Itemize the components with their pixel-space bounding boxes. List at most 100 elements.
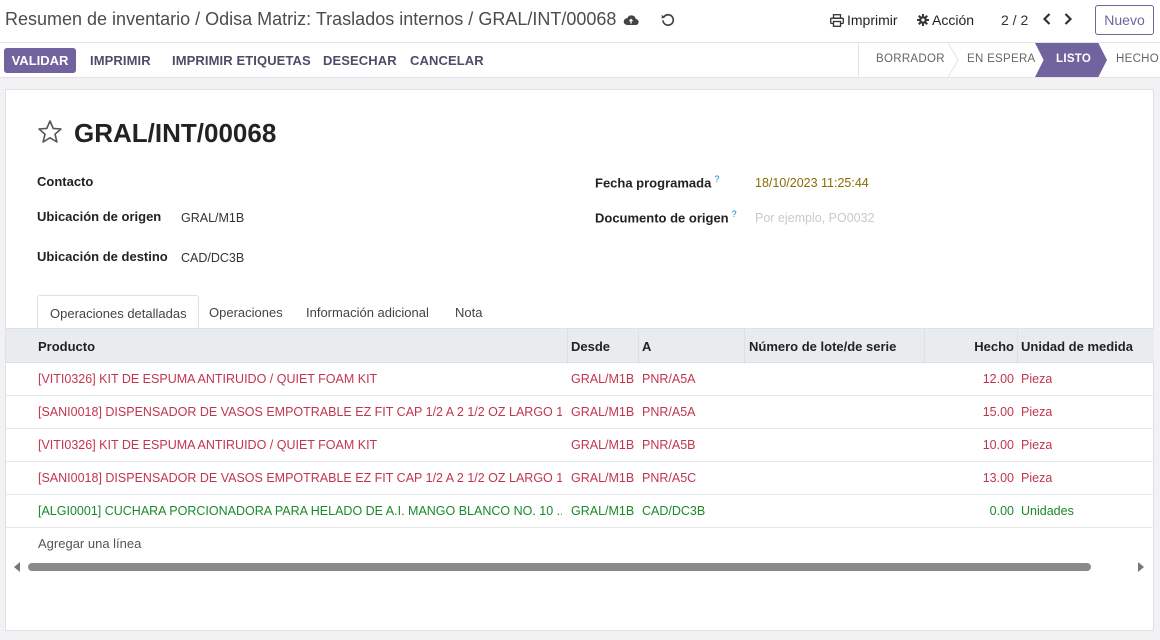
column-lot-serial[interactable]: Número de lote/de serie: [749, 339, 896, 354]
print-labels-button[interactable]: IMPRIMIR ETIQUETAS: [172, 53, 311, 68]
cell-from: GRAL/M1B: [571, 372, 635, 386]
scheduled-date-label: Fecha programada?: [595, 174, 719, 190]
contact-label: Contacto: [37, 174, 94, 189]
column-to[interactable]: A: [642, 339, 651, 354]
breadcrumb: Resumen de inventario / Odisa Matriz: Tr…: [5, 9, 616, 30]
cancel-button[interactable]: CANCELAR: [410, 53, 484, 68]
column-divider: [744, 329, 745, 364]
tab-additional-info[interactable]: Información adicional: [306, 295, 429, 329]
tab-detailed-operations[interactable]: Operaciones detalladas: [37, 295, 199, 329]
breadcrumb-current-record: GRAL/INT/00068: [478, 9, 617, 29]
scroll-left-arrow-icon[interactable]: [13, 562, 21, 572]
star-icon[interactable]: [37, 119, 63, 145]
cell-product: [SANI0018] DISPENSADOR DE VASOS EMPOTRAB…: [38, 471, 562, 485]
cell-done: 0.00: [989, 504, 1014, 518]
table-row[interactable]: [SANI0018] DISPENSADOR DE VASOS EMPOTRAB…: [6, 462, 1154, 495]
record-title: GRAL/INT/00068: [74, 118, 277, 148]
undo-icon[interactable]: [660, 12, 676, 28]
source-document-label-text: Documento de origen: [595, 210, 729, 226]
column-from[interactable]: Desde: [571, 339, 610, 354]
column-product[interactable]: Producto: [38, 339, 95, 354]
cell-to: PNR/A5B: [642, 438, 696, 452]
table-row[interactable]: [VITI0326] KIT DE ESPUMA ANTIRUIDO / QUI…: [6, 429, 1154, 462]
stage-separator: [947, 43, 959, 77]
move-lines-table: Producto Desde A Número de lote/de serie…: [6, 328, 1154, 559]
scrap-button[interactable]: DESECHAR: [323, 53, 397, 68]
tab-note[interactable]: Nota: [455, 295, 482, 329]
cell-from: GRAL/M1B: [571, 405, 635, 419]
cell-to: CAD/DC3B: [642, 504, 706, 518]
column-done[interactable]: Hecho: [928, 339, 1014, 354]
validate-button[interactable]: VALIDAR: [4, 48, 76, 73]
print-button[interactable]: IMPRIMIR: [90, 53, 151, 68]
status-bar: BORRADOR EN ESPERA LISTO HECHO: [858, 43, 1160, 77]
cell-done: 12.00: [982, 372, 1014, 386]
source-location-label: Ubicación de origen: [37, 209, 162, 224]
chevron-right-icon[interactable]: [1062, 12, 1074, 26]
gear-icon: [917, 14, 929, 26]
table-header: Producto Desde A Número de lote/de serie…: [6, 328, 1154, 364]
stage-done: HECHO: [1116, 53, 1160, 65]
column-uom[interactable]: Unidad de medida: [1021, 339, 1133, 354]
breadcrumb-internal-transfers[interactable]: Odisa Matriz: Traslados internos: [205, 9, 463, 29]
cell-product: [VITI0326] KIT DE ESPUMA ANTIRUIDO / QUI…: [38, 438, 378, 452]
stage-waiting: EN ESPERA: [967, 53, 1036, 65]
chevron-left-icon[interactable]: [1041, 12, 1053, 26]
breadcrumb-separator: /: [468, 9, 474, 29]
scroll-right-arrow-icon[interactable]: [1137, 562, 1145, 572]
cell-done: 15.00: [982, 405, 1014, 419]
cell-to: PNR/A5A: [642, 372, 696, 386]
table-row[interactable]: [ALGI0001] CUCHARA PORCIONADORA PARA HEL…: [6, 495, 1154, 528]
cell-uom: Pieza: [1021, 372, 1053, 386]
new-record-button[interactable]: Nuevo: [1095, 5, 1154, 35]
help-tooltip-icon[interactable]: ?: [732, 209, 737, 219]
action-label: Acción: [932, 12, 975, 28]
control-bar: VALIDAR IMPRIMIR IMPRIMIR ETIQUETAS DESE…: [0, 43, 1160, 78]
cell-uom: Pieza: [1021, 438, 1053, 452]
action-menu-button[interactable]: Acción: [917, 12, 974, 28]
pager-value[interactable]: 2 / 2: [1001, 12, 1028, 28]
column-divider: [567, 329, 568, 364]
breadcrumb-inventory-overview[interactable]: Resumen de inventario: [5, 9, 190, 29]
help-tooltip-icon[interactable]: ?: [714, 174, 719, 184]
cell-to: PNR/A5C: [642, 471, 697, 485]
top-bar: Resumen de inventario / Odisa Matriz: Tr…: [0, 0, 1160, 43]
cell-from: GRAL/M1B: [571, 438, 635, 452]
horizontal-scrollbar[interactable]: [6, 559, 1154, 575]
scheduled-date-field[interactable]: 18/10/2023 11:25:44: [755, 176, 869, 190]
stage-ready: LISTO: [1056, 53, 1092, 65]
cell-uom: Unidades: [1021, 504, 1074, 518]
printer-icon: [830, 13, 844, 27]
cell-to: PNR/A5A: [642, 405, 696, 419]
cell-product: [VITI0326] KIT DE ESPUMA ANTIRUIDO / QUI…: [38, 372, 378, 386]
cell-from: GRAL/M1B: [571, 504, 635, 518]
destination-location-label: Ubicación de destino: [37, 249, 168, 264]
source-document-input[interactable]: Por ejemplo, PO0032: [755, 211, 875, 225]
cell-done: 10.00: [982, 438, 1014, 452]
add-line-link[interactable]: Agregar una línea: [38, 536, 141, 551]
contact-field[interactable]: [181, 175, 481, 191]
column-divider: [924, 329, 925, 364]
tab-operations[interactable]: Operaciones: [209, 295, 283, 329]
stage-draft: BORRADOR: [876, 53, 945, 65]
scheduled-date-label-text: Fecha programada: [595, 175, 712, 191]
source-location-field[interactable]: GRAL/M1B: [181, 211, 244, 225]
source-document-label: Documento de origen?: [595, 209, 737, 225]
cell-uom: Pieza: [1021, 471, 1053, 485]
form-sheet: GRAL/INT/00068 Contacto Ubicación de ori…: [5, 89, 1154, 631]
cell-product: [ALGI0001] CUCHARA PORCIONADORA PARA HEL…: [38, 504, 562, 518]
print-menu-button[interactable]: Imprimir: [830, 12, 898, 28]
cell-from: GRAL/M1B: [571, 471, 635, 485]
scrollbar-thumb[interactable]: [28, 563, 1091, 571]
table-row[interactable]: [SANI0018] DISPENSADOR DE VASOS EMPOTRAB…: [6, 396, 1154, 429]
cell-uom: Pieza: [1021, 405, 1053, 419]
print-label: Imprimir: [847, 12, 898, 28]
cloud-upload-icon[interactable]: [623, 12, 639, 28]
destination-location-field[interactable]: CAD/DC3B: [181, 251, 244, 265]
table-row[interactable]: [VITI0326] KIT DE ESPUMA ANTIRUIDO / QUI…: [6, 363, 1154, 396]
breadcrumb-separator: /: [195, 9, 201, 29]
cell-done: 13.00: [982, 471, 1014, 485]
cell-product: [SANI0018] DISPENSADOR DE VASOS EMPOTRAB…: [38, 405, 562, 419]
column-divider: [638, 329, 639, 364]
column-divider: [1017, 329, 1018, 364]
